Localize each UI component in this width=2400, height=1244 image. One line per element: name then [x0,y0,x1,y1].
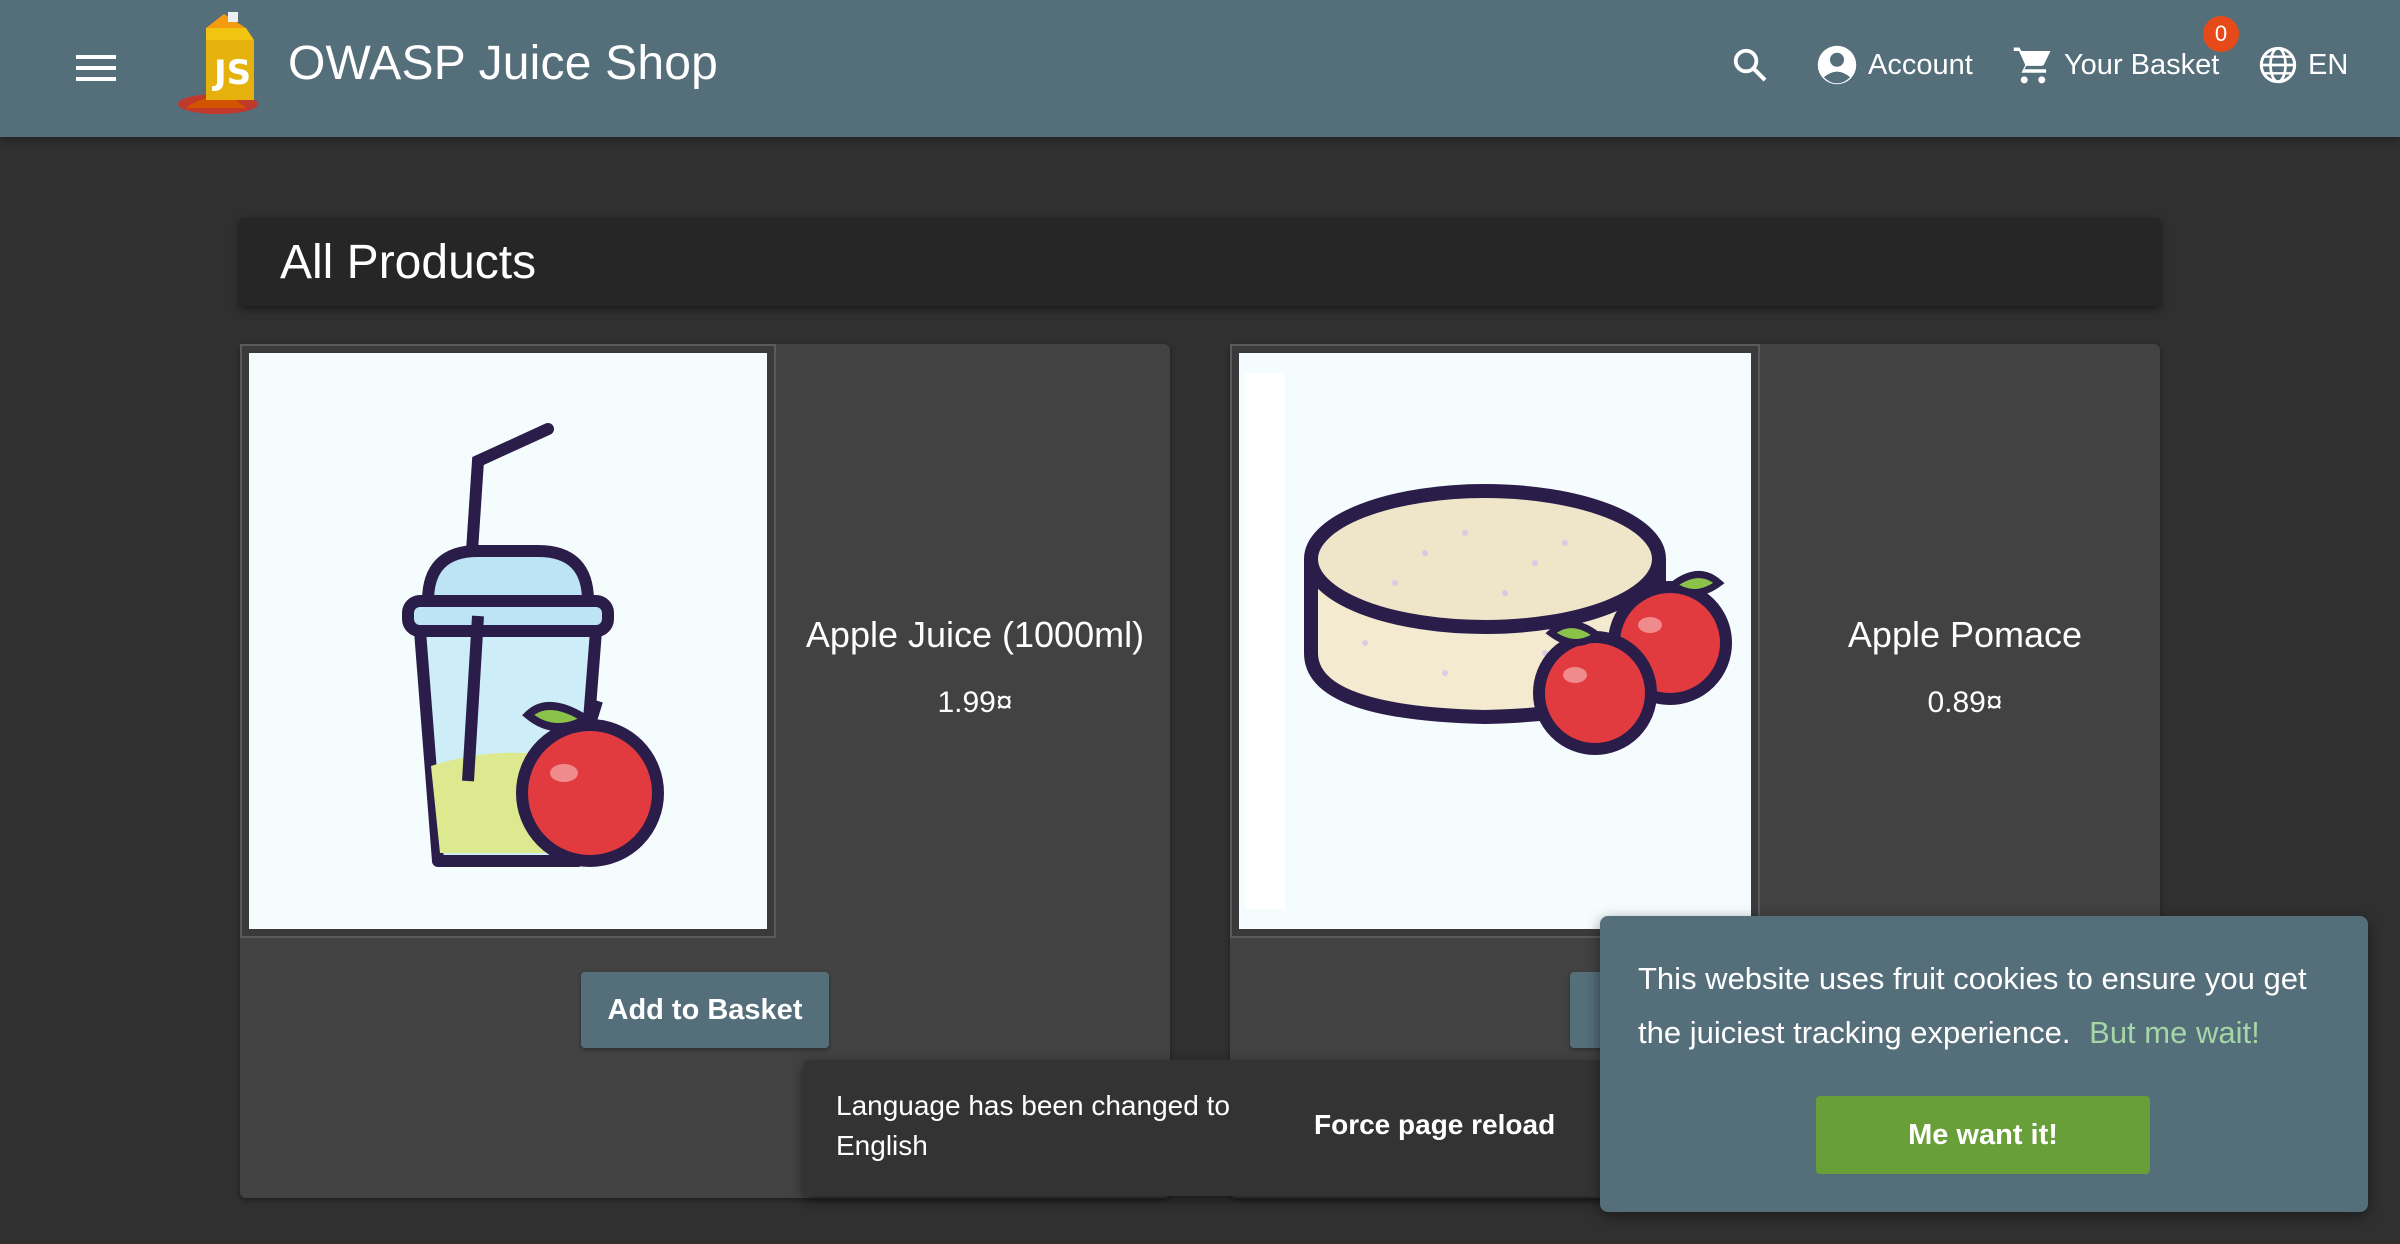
snackbar-message: Language has been changed to English [836,1090,1230,1161]
basket-button[interactable]: Your Basket [2012,34,2219,96]
shopping-cart-icon [2013,47,2051,84]
language-button[interactable]: EN [2258,34,2348,96]
account-button[interactable]: Account [1816,34,1973,96]
juice-shop-logo[interactable]: JS [176,8,276,118]
product-info: Apple Juice (1000ml) 1.99¤ [780,614,1170,720]
product-name: Apple Pomace [1847,614,2083,655]
app-title[interactable]: OWASP Juice Shop [288,36,718,91]
top-toolbar: JS OWASP Juice Shop Account Your Basket … [0,0,2400,137]
cookie-consent-dialog: This website uses fruit cookies to ensur… [1600,916,2368,1212]
globe-icon [2259,46,2297,84]
apple-juice-image [402,423,664,867]
product-info: Apple Pomace 0.89¤ [1770,614,2160,720]
search-button[interactable] [1722,34,1778,96]
accept-cookies-button[interactable]: Me want it! [1816,1096,2150,1174]
force-reload-button[interactable]: Force page reload [1294,1100,1575,1150]
menu-icon [76,55,116,81]
product-image-frame[interactable] [1230,344,1760,938]
language-snackbar: Language has been changed to English For… [804,1060,1604,1196]
cookie-learn-more-link[interactable]: But me wait! [2089,1015,2260,1050]
basket-label: Your Basket [2064,48,2220,81]
search-icon [1733,48,1767,82]
products-heading-bar: All Products [240,218,2160,306]
svg-text:JS: JS [212,53,251,93]
menu-button[interactable] [60,38,132,98]
account-circle-icon [1817,45,1857,85]
language-label: EN [2308,48,2349,81]
basket-count-badge: 0 [2203,16,2239,52]
product-name: Apple Juice (1000ml) [805,614,1145,655]
page-title: All Products [280,235,537,289]
account-label: Account [1868,48,1973,81]
add-to-basket-button[interactable]: Add to Basket [581,972,829,1048]
product-image-frame[interactable] [240,344,776,938]
apple-pomace-image [1245,373,1732,909]
product-price: 1.99¤ [937,686,1013,719]
product-price: 0.89¤ [1927,686,2003,719]
cookie-message-container: This website uses fruit cookies to ensur… [1638,952,2338,1060]
